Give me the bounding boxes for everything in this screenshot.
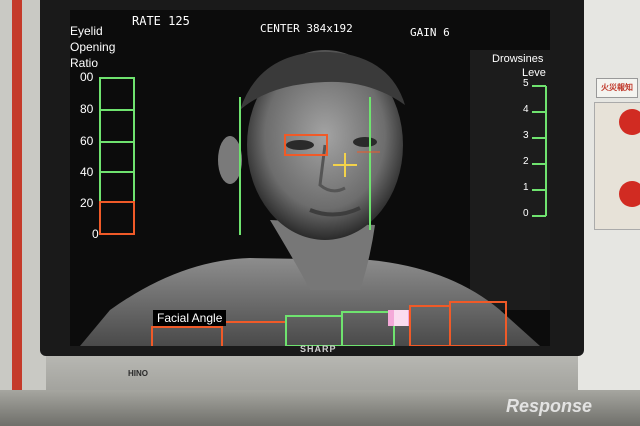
eyelid-tick-0: 0 xyxy=(92,227,99,241)
drowsiness-tick-label-5: 5 xyxy=(523,78,529,89)
hino-logo: HINO xyxy=(128,369,148,378)
eyelid-tick-20: 20 xyxy=(80,196,94,210)
fire-alarm-panel xyxy=(594,102,640,230)
alarm-button-top[interactable] xyxy=(619,109,640,135)
camera-feed xyxy=(70,10,550,346)
alarm-button-bottom[interactable] xyxy=(619,181,640,207)
response-watermark: Response xyxy=(506,396,593,416)
drowsiness-tick-label-2: 2 xyxy=(523,156,529,167)
eyelid-tick-80: 80 xyxy=(80,102,94,116)
center-readout: CENTER 384x192 xyxy=(260,22,353,35)
seat-shadow xyxy=(470,50,550,310)
drowsiness-tick-label-0: 0 xyxy=(523,208,529,219)
eyelid-tick-100: 00 xyxy=(80,70,94,84)
drowsiness-tick-label-1: 1 xyxy=(523,182,529,193)
left-eye xyxy=(286,140,314,150)
facial-angle-label: Facial Angle xyxy=(153,310,227,326)
ear xyxy=(218,136,242,184)
eyelid-title-line-3: Ratio xyxy=(70,56,99,70)
drowsiness-tick-label-3: 3 xyxy=(523,130,529,141)
monitor-brand-logo: SHARP xyxy=(300,344,337,354)
eyelid-title-line-2: Opening xyxy=(70,40,116,54)
drowsiness-tick-label-4: 4 xyxy=(523,104,529,115)
eyelid-title-line-1: Eyelid xyxy=(70,24,103,38)
eyelid-tick-60: 60 xyxy=(80,134,94,148)
gain-readout: GAIN 6 xyxy=(410,26,450,39)
fire-alarm-sign: 火災報知 xyxy=(596,78,638,98)
drowsiness-title-line-1: Drowsines xyxy=(492,53,544,65)
monitor-screen: RATE 125 CENTER 384x192 GAIN 6 Eyelid Op… xyxy=(70,10,550,346)
right-eye xyxy=(353,137,377,147)
eyelid-tick-40: 40 xyxy=(80,165,94,179)
red-pillar xyxy=(12,0,22,426)
angle-indicator-highlight xyxy=(394,310,408,326)
rate-readout: RATE 125 xyxy=(132,14,190,28)
